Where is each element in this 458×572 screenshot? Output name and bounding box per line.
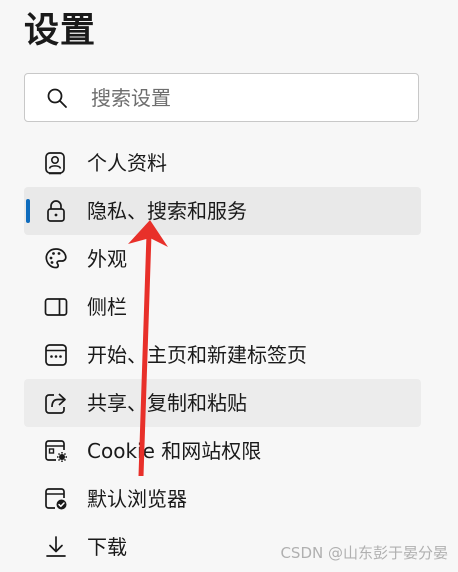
profile-icon [43, 150, 69, 176]
nav-item-label: 隐私、搜索和服务 [87, 199, 247, 223]
page-title: 设置 [24, 11, 97, 51]
settings-nav: 个人资料 隐私、搜索和服务 外观 侧栏 开始、主页和新建标签页 共享、复制和粘贴… [24, 139, 421, 571]
cookie-site-icon [43, 438, 69, 464]
download-icon [43, 534, 69, 560]
watermark: CSDN @山东彭于晏分晏 [280, 544, 448, 562]
nav-item-sidebar[interactable]: 侧栏 [24, 283, 421, 331]
nav-item-share-copy-paste[interactable]: 共享、复制和粘贴 [24, 379, 421, 427]
nav-item-label: 下载 [87, 535, 127, 559]
share-icon [43, 390, 69, 416]
nav-item-label: 默认浏览器 [87, 487, 187, 511]
palette-icon [43, 246, 69, 272]
nav-item-label: 开始、主页和新建标签页 [87, 343, 307, 367]
nav-item-cookies-site-permissions[interactable]: Cookie 和网站权限 [24, 427, 421, 475]
nav-item-label: 共享、复制和粘贴 [87, 391, 247, 415]
nav-item-label: 外观 [87, 247, 127, 271]
sidebar-icon [43, 294, 69, 320]
home-tab-icon [43, 342, 69, 368]
nav-item-label: 个人资料 [87, 151, 167, 175]
default-browser-icon [43, 486, 69, 512]
nav-item-label: 侧栏 [87, 295, 127, 319]
search-box[interactable] [24, 73, 419, 122]
settings-page: 设置 个人资料 [0, 0, 458, 572]
lock-icon [43, 198, 69, 224]
search-input[interactable] [91, 82, 391, 114]
selected-indicator [26, 199, 30, 223]
nav-item-privacy[interactable]: 隐私、搜索和服务 [24, 187, 421, 235]
nav-item-default-browser[interactable]: 默认浏览器 [24, 475, 421, 523]
nav-item-label: Cookie 和网站权限 [87, 439, 262, 463]
nav-item-profiles[interactable]: 个人资料 [24, 139, 421, 187]
nav-item-start-home-newtab[interactable]: 开始、主页和新建标签页 [24, 331, 421, 379]
nav-item-appearance[interactable]: 外观 [24, 235, 421, 283]
search-icon [46, 87, 68, 109]
